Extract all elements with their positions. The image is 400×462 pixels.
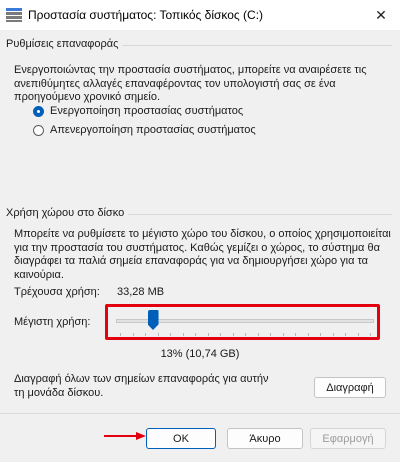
group-divider [118,45,392,46]
description-line: Μπορείτε να ρυθμίσετε το μέγιστο χώρο το… [14,228,391,240]
delete-description: Διαγραφή όλων των σημείων επαναφοράς για… [14,373,269,400]
max-usage-label: Μέγιστη χρήση: [14,316,91,328]
group-divider [126,214,392,215]
window-title: Προστασία συστήματος: Τοπικός δίσκος (C:… [28,8,264,22]
disable-protection-radio[interactable]: Απενεργοποίηση προστασίας συστήματος [33,124,256,136]
max-usage-value: 13% (10,74 GB) [160,348,240,360]
description-line: για την προστασία του συστήματος. Καθώς … [14,241,380,254]
footer-divider [0,413,400,414]
ok-button[interactable]: OK [146,428,216,449]
enable-protection-radio[interactable]: Ενεργοποίηση προστασίας συστήματος [33,105,243,117]
current-usage-label: Τρέχουσα χρήση: [14,286,100,298]
title-bar: Προστασία συστήματος: Τοπικός δίσκος (C:… [0,0,400,30]
description-line: Ενεργοποιώντας την προστασία συστήματος,… [14,64,367,76]
disk-usage-description: Μπορείτε να ρυθμίσετε το μέγιστο χώρο το… [14,228,391,282]
description-line: διαγράφει τα παλιά σημεία επαναφοράς για… [14,255,369,267]
enable-protection-label: Ενεργοποίηση προστασίας συστήματος [50,105,244,117]
delete-restore-points-button[interactable]: Διαγραφή [314,377,386,398]
arrow-annotation-icon [104,432,146,440]
restore-settings-description: Ενεργοποιώντας την προστασία συστήματος,… [14,64,367,105]
apply-button[interactable]: Εφαρμογή [310,428,386,449]
slider-highlight-box [105,304,380,340]
description-line: καινούρια. [14,268,64,281]
system-protection-icon [6,8,22,22]
restore-settings-heading: Ρυθμίσεις επαναφοράς [6,38,123,50]
disk-usage-heading: Χρήση χώρου στο δίσκο [6,207,129,219]
description-line: Διαγραφή όλων των σημείων επαναφοράς για… [14,373,269,385]
description-line: προηγούμενο χρονικό σημείο. [14,91,161,103]
cancel-button[interactable]: Άκυρο [227,428,303,449]
radio-unchecked-icon [33,124,44,136]
close-icon: ✕ [375,6,387,23]
disable-protection-label: Απενεργοποίηση προστασίας συστήματος [50,124,256,136]
description-line: τη μονάδα δίσκου. [14,386,104,399]
description-line: ανεπιθύμητες αλλαγές επαναφέροντας τον υ… [14,77,336,90]
close-button[interactable]: ✕ [362,0,400,30]
current-usage-value: 33,28 MB [117,286,165,298]
radio-checked-icon [33,105,44,117]
